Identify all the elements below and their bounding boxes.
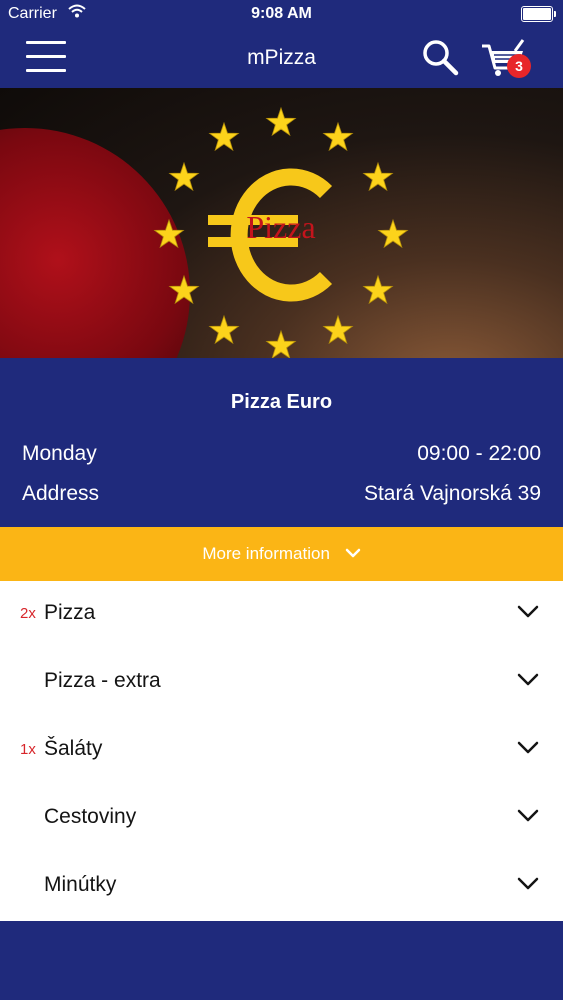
pizza-euro-logo: Pizza [154,107,408,358]
address-label: Address [22,482,100,505]
nav-bar: mPizza 3 [0,30,563,88]
clock: 9:08 AM [251,5,312,22]
chevron-down-icon [517,741,539,754]
app-title: mPizza [247,46,316,69]
footer-area [0,921,563,1000]
restaurant-name: Pizza Euro [230,391,333,413]
category-item-salaty[interactable]: 1x Šaláty [0,717,563,785]
category-item-pizza-extra[interactable]: Pizza - extra [0,649,563,717]
day-label: Monday [22,442,97,465]
category-item-pizza[interactable]: 2x Pizza [0,581,563,649]
chevron-down-icon [345,548,360,557]
category-quantity: 1x [20,741,36,758]
more-information-button[interactable]: More information [0,527,563,581]
category-label: Šaláty [44,737,103,760]
category-label: Cestoviny [44,805,137,828]
restaurant-banner: Pizza [0,88,563,358]
opening-hours-value: 09:00 - 22:00 [417,442,541,465]
restaurant-info: Pizza Euro Monday 09:00 - 22:00 Address … [0,358,563,527]
category-list: 2x Pizza Pizza - extra 1x Šaláty Cestovi… [0,581,563,921]
cart-count-badge: 3 [507,54,531,78]
category-item-cestoviny[interactable]: Cestoviny [0,785,563,853]
battery-icon [521,6,556,22]
more-information-label: More information [202,544,330,563]
category-label: Minútky [44,873,117,896]
status-bar: Carrier 9:08 AM [0,0,563,30]
chevron-down-icon [517,877,539,890]
logo-text: Pizza [246,209,315,245]
search-icon[interactable] [420,38,462,78]
chevron-down-icon [517,673,539,686]
chevron-down-icon [517,605,539,618]
address-value: Stará Vajnorská 39 [363,482,541,505]
category-quantity: 2x [20,605,36,622]
chevron-down-icon [517,809,539,822]
category-label: Pizza [44,601,96,624]
category-label: Pizza - extra [44,669,161,692]
category-item-minutky[interactable]: Minútky [0,853,563,921]
